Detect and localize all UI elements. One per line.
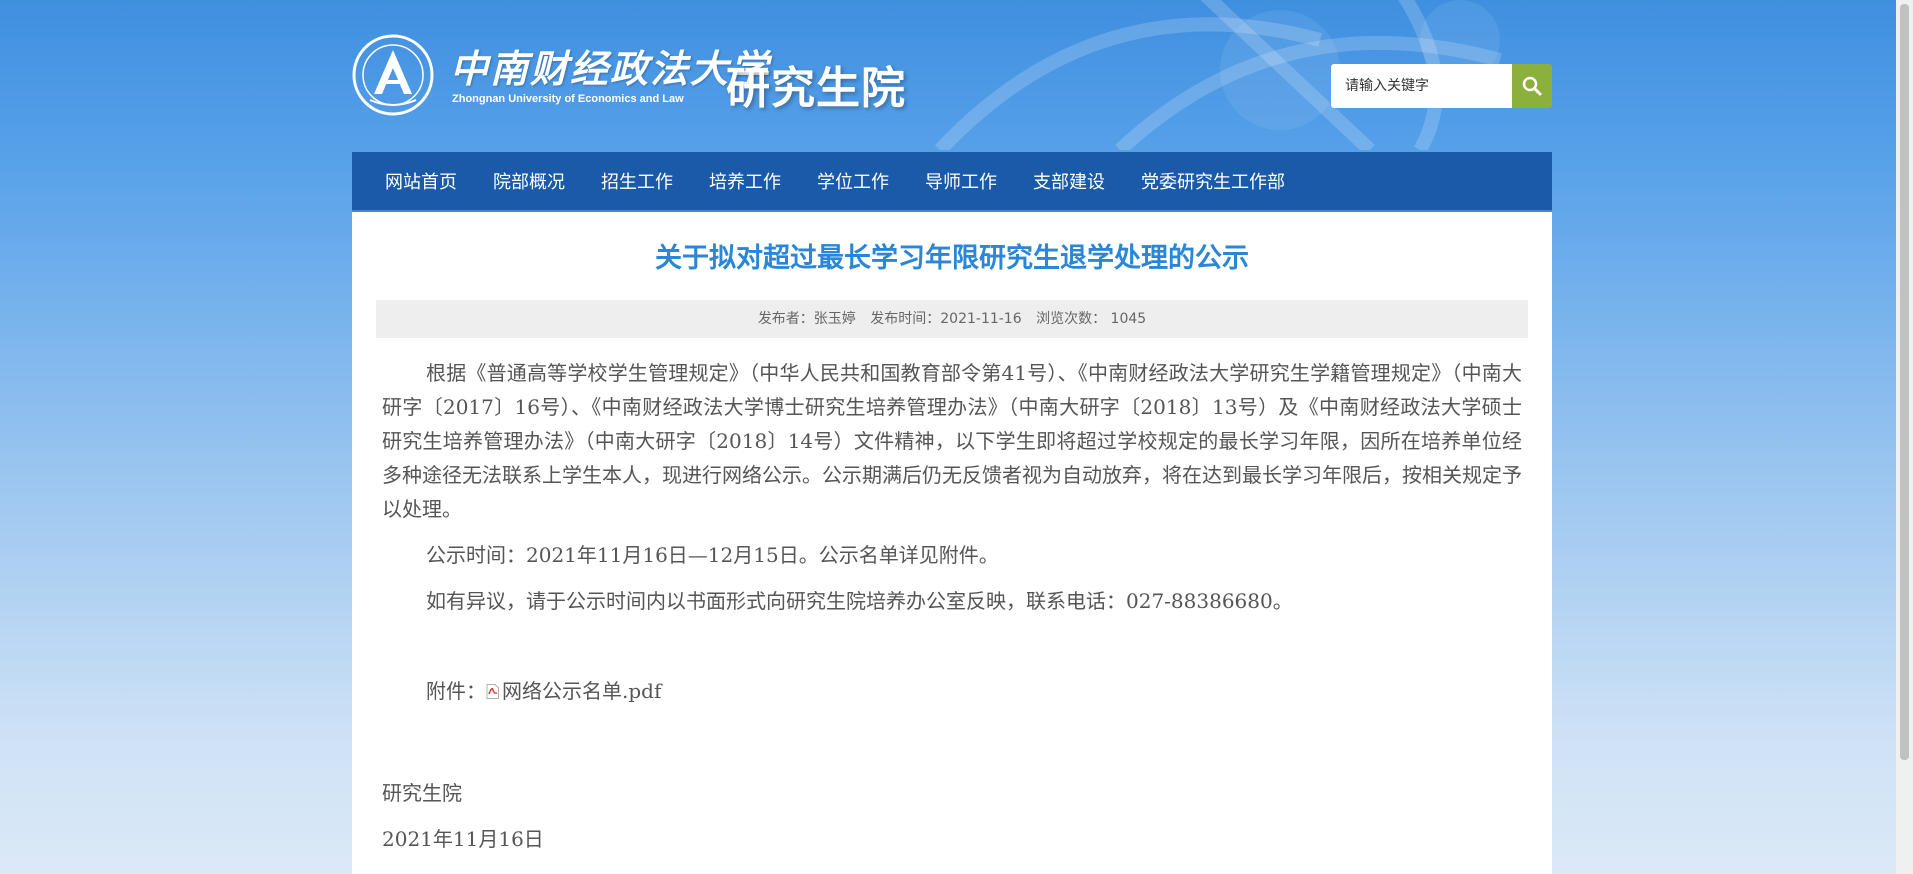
main-nav: 网站首页 院部概况 招生工作 培养工作 学位工作 导师工作 支部建设 党委研究生… [352,152,1552,212]
paragraph: 根据《普通高等学校学生管理规定》（中华人民共和国教育部令第41号）、《中南财经政… [382,361,1522,521]
signature-org: 研究生院 [382,781,462,805]
meta-views: 浏览次数： 1045 [1036,311,1147,327]
paragraph: 公示时间：2021年11月16日—12月15日。公示名单详见附件。 [426,543,999,567]
nav-item-admissions[interactable]: 招生工作 [583,168,691,194]
article-title: 关于拟对超过最长学习年限研究生退学处理的公示 [655,243,1249,274]
page-scrollbar[interactable] [1896,0,1913,874]
nav-item-overview[interactable]: 院部概况 [475,168,583,194]
nav-item-supervisors[interactable]: 导师工作 [907,168,1015,194]
attachment-line: 附件： 网络公示名单.pdf [382,674,1522,708]
site-name: 研究生院 [726,63,906,114]
nav-item-degrees[interactable]: 学位工作 [799,168,907,194]
nav-item-party-branch[interactable]: 支部建设 [1015,168,1123,194]
article-meta: 发布者：张玉婷 发布时间：2021-11-16 浏览次数： 1045 [376,300,1528,338]
meta-publisher: 发布者：张玉婷 [757,311,856,327]
search-icon [1522,76,1542,96]
nav-item-training[interactable]: 培养工作 [691,168,799,194]
pdf-file-icon [486,684,499,699]
nav-item-graduate-affairs[interactable]: 党委研究生工作部 [1123,168,1303,194]
meta-date: 发布时间：2021-11-16 [870,311,1022,327]
article-content: 关于拟对超过最长学习年限研究生退学处理的公示 发布者：张玉婷 发布时间：2021… [352,212,1552,874]
search-box [1331,64,1552,108]
site-header: 中南财经政法大学 Zhongnan University of Economic… [352,0,1552,152]
search-input[interactable] [1331,64,1512,108]
attachment-link[interactable]: 网络公示名单.pdf [502,679,661,703]
signature-date: 2021年11月16日 [382,827,544,851]
attachment-label: 附件： [426,679,486,703]
university-name-en: Zhongnan University of Economics and Law [452,93,684,105]
university-name-cn: 中南财经政法大学 [450,46,771,91]
nav-item-home[interactable]: 网站首页 [367,168,475,194]
scrollbar-thumb[interactable] [1900,4,1909,760]
university-emblem-icon [352,34,434,116]
paragraph: 如有异议，请于公示时间内以书面形式向研究生院培养办公室反映，联系电话：027-8… [426,589,1293,613]
page-container: 中南财经政法大学 Zhongnan University of Economic… [352,0,1552,874]
article-body: 根据《普通高等学校学生管理规定》（中华人民共和国教育部令第41号）、《中南财经政… [376,356,1528,856]
search-button[interactable] [1512,64,1552,108]
